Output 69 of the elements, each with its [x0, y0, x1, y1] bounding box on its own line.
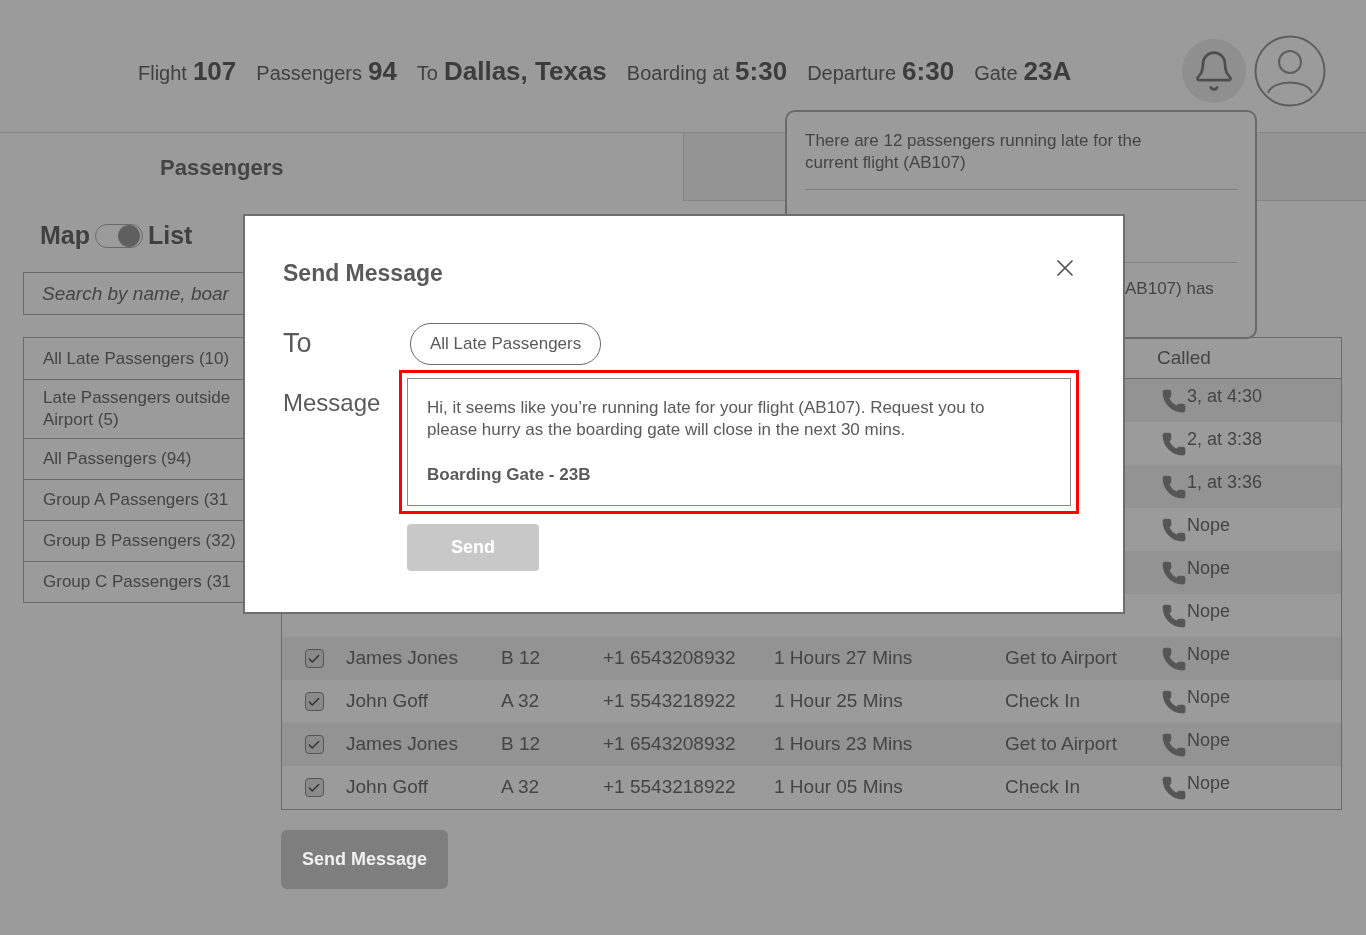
phone-icon[interactable]: [1161, 559, 1187, 586]
table-cell: 1 Hour 05 Mins: [774, 776, 903, 798]
table-cell: Get to Airport: [1005, 647, 1117, 669]
table-cell-text: Nope: [1187, 600, 1231, 623]
header-value: Dallas, Texas: [443, 54, 607, 88]
column-header: Called: [1157, 345, 1211, 370]
message-label: Message: [283, 387, 382, 418]
table-cell: +1 6543208932: [603, 647, 736, 669]
table-cell: James Jones: [346, 647, 458, 669]
phone-icon[interactable]: [1161, 516, 1187, 543]
header-value: 107: [192, 54, 237, 88]
toggle-label: List: [148, 220, 193, 252]
table-cell-text: 1, at 3:36: [1187, 471, 1263, 494]
dialog-title: Send Message: [283, 259, 443, 288]
row-checkbox[interactable]: [304, 692, 324, 711]
table-cell-text: Nope: [1187, 514, 1231, 537]
table-cell: Check In: [1005, 776, 1080, 798]
table-cell: +1 5543218922: [603, 690, 736, 712]
header-label: To: [416, 60, 438, 86]
table-cell: 1 Hour 25 Mins: [774, 690, 903, 712]
header-label: Departure: [807, 60, 897, 86]
table-cell-text: 3, at 4:30: [1187, 385, 1263, 408]
table-cell: +1 6543208932: [603, 733, 736, 755]
table-cell-text: Nope: [1187, 772, 1231, 795]
table-cell-text: Nope: [1187, 557, 1231, 580]
phone-icon[interactable]: [1161, 473, 1187, 500]
table-cell-text: 2, at 3:38: [1187, 428, 1263, 451]
notification-text: AB107) has: [1125, 278, 1214, 300]
table-cell: Get to Airport: [1005, 733, 1117, 755]
table-cell: B 12: [501, 733, 541, 755]
header-label: Gate: [974, 60, 1018, 86]
table-cell: A 32: [501, 690, 540, 712]
phone-icon[interactable]: [1161, 731, 1187, 758]
header-value: 6:30: [902, 54, 955, 88]
table-cell: Check In: [1005, 690, 1080, 712]
table-cell: B 12: [501, 647, 541, 669]
row-checkbox[interactable]: [304, 735, 324, 754]
row-checkbox[interactable]: [304, 778, 324, 797]
table-cell-text: Nope: [1187, 686, 1231, 709]
to-label: To: [283, 327, 313, 361]
message-footer: Boarding Gate - 23B: [427, 463, 1030, 486]
phone-icon[interactable]: [1161, 688, 1187, 715]
message-text: Hi, it seems like you’re running late for your flight (AB107). Request you to please hurry as the boarding gate will close in the next 30 mins.: [427, 396, 986, 441]
table-cell: James Jones: [346, 733, 458, 755]
phone-icon[interactable]: [1161, 387, 1187, 414]
table-cell-text: Nope: [1187, 643, 1231, 666]
toggle-label: Map: [40, 220, 90, 252]
table-cell: John Goff: [346, 776, 429, 798]
phone-icon[interactable]: [1161, 602, 1187, 629]
user-avatar-icon[interactable]: [1254, 35, 1326, 107]
tab[interactable]: Passengers: [0, 133, 683, 201]
table-cell: 1 Hours 27 Mins: [774, 647, 913, 669]
message-field[interactable]: Hi, it seems like you’re running late for your flight (AB107). Request you to please hurry as the boarding gate will close in the next 30 mins. Boarding Gate - 23B: [399, 369, 1079, 514]
phone-icon[interactable]: [1161, 645, 1187, 672]
notification-text: There are 12 passengers running late for the current flight (AB107): [805, 130, 1143, 174]
row-checkbox[interactable]: [304, 649, 324, 668]
header-value: 5:30: [735, 54, 788, 88]
phone-icon[interactable]: [1161, 774, 1187, 801]
table-cell: 1 Hours 23 Mins: [774, 733, 913, 755]
header-value: 23A: [1023, 54, 1072, 88]
header-label: Flight: [138, 60, 187, 86]
table-cell: +1 5543218922: [603, 776, 736, 798]
table-cell-text: Nope: [1187, 729, 1231, 752]
header-value: 94: [367, 54, 397, 88]
table-cell: A 32: [501, 776, 540, 798]
header-label: Boarding at: [626, 60, 730, 86]
phone-icon[interactable]: [1161, 430, 1187, 457]
header-label: Passengers: [256, 60, 362, 86]
table-cell: John Goff: [346, 690, 429, 712]
